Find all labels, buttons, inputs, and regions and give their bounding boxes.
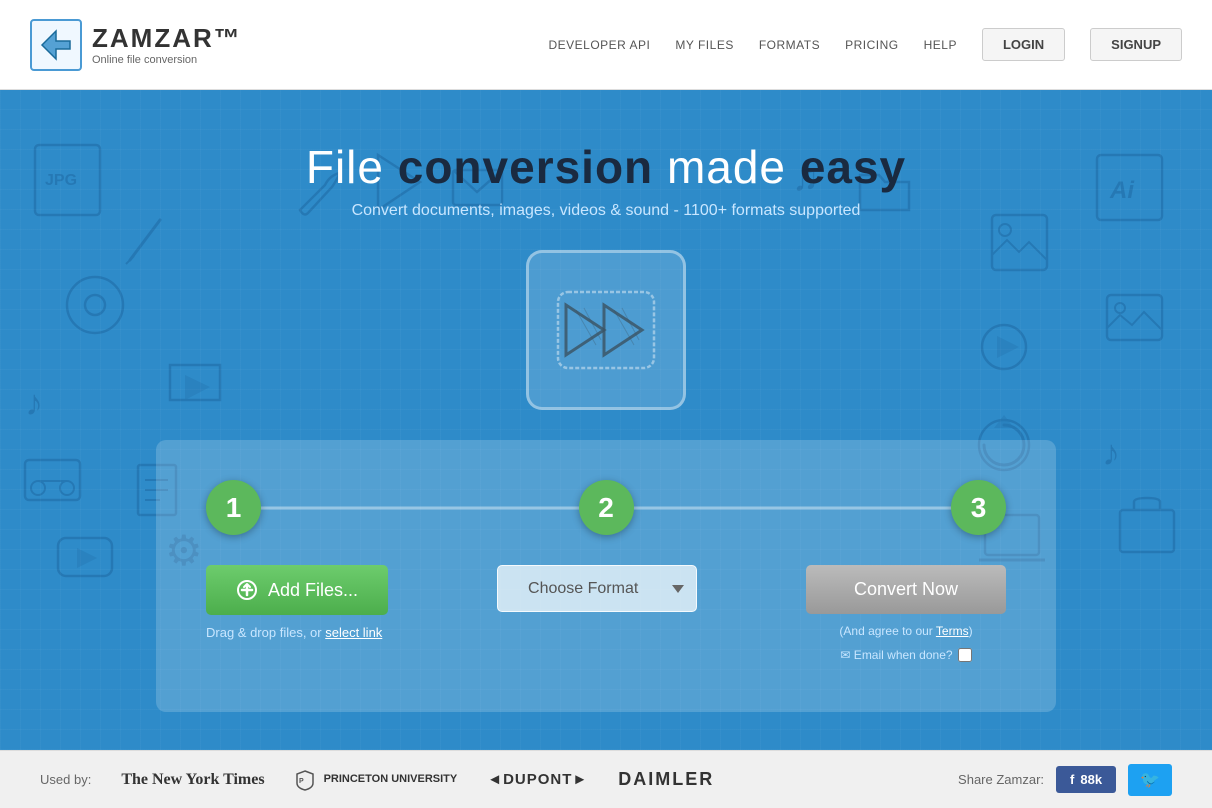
- step-2-circle: 2: [579, 480, 634, 535]
- hero-subtitle: Convert documents, images, videos & soun…: [352, 202, 861, 220]
- nav-help[interactable]: HELP: [924, 38, 957, 52]
- center-logo: [526, 250, 686, 410]
- hero-section: JPG ♪: [0, 90, 1212, 750]
- logo-text: ZAMZAR™ Online file conversion: [92, 23, 242, 66]
- youtube-icon: [55, 530, 115, 585]
- svg-text:♪: ♪: [1102, 432, 1120, 473]
- logo-area: ZAMZAR™ Online file conversion: [30, 19, 242, 71]
- facebook-share-button[interactable]: f 88k: [1056, 766, 1116, 793]
- upload-icon: [236, 579, 258, 601]
- select-link[interactable]: select link: [325, 625, 382, 640]
- step-2-action: Choose FormatMP3MP4PDFJPGPNGDOCDOCXAVIMO…: [497, 565, 697, 612]
- logo-name: ZAMZAR™: [92, 23, 242, 54]
- steps-actions: Add Files... Drag & drop files, or selec…: [206, 565, 1006, 662]
- logo-icon: [30, 19, 82, 71]
- zamzar-logo-large: [556, 290, 656, 370]
- nav-formats[interactable]: FORMATS: [759, 38, 820, 52]
- play-icon: [977, 320, 1032, 375]
- nav-my-files[interactable]: MY FILES: [675, 38, 733, 52]
- drag-drop-text: Drag & drop files, or select link: [206, 625, 382, 640]
- footer: Used by: The New York Times P PRINCETON …: [0, 750, 1212, 808]
- cd-icon: [60, 270, 130, 340]
- facebook-count: 88k: [1080, 772, 1102, 787]
- terms-text: (And agree to our Terms): [839, 624, 972, 638]
- svg-text:Ai: Ai: [1109, 177, 1135, 204]
- ai-icon: Ai: [1092, 150, 1172, 225]
- convert-now-button[interactable]: Convert Now: [806, 565, 1006, 614]
- header: ZAMZAR™ Online file conversion DEVELOPER…: [0, 0, 1212, 90]
- svg-text:♪: ♪: [25, 382, 43, 423]
- facebook-icon: f: [1070, 772, 1074, 787]
- image-icon: [987, 210, 1052, 275]
- title-bold: conversion: [398, 141, 653, 193]
- title-part2: made: [653, 141, 800, 193]
- twitter-share-button[interactable]: 🐦: [1128, 764, 1172, 796]
- terms-link[interactable]: Terms: [936, 624, 969, 638]
- hero-title: File conversion made easy: [306, 140, 906, 194]
- footer-right: Share Zamzar: f 88k 🐦: [958, 764, 1172, 796]
- svg-text:JPG: JPG: [45, 172, 77, 189]
- steps-line: 1 2 3: [206, 480, 1006, 535]
- share-label: Share Zamzar:: [958, 772, 1044, 787]
- used-by-label: Used by:: [40, 772, 91, 787]
- title-bold2: easy: [800, 141, 906, 193]
- nav-developer-api[interactable]: DEVELOPER API: [548, 38, 650, 52]
- jpg-icon: JPG: [30, 140, 110, 220]
- briefcase-icon: [1112, 490, 1182, 560]
- twitter-icon: 🐦: [1140, 772, 1160, 789]
- svg-text:P: P: [299, 778, 304, 785]
- video-cassette-icon: [20, 450, 85, 515]
- logo-sub: Online file conversion: [92, 54, 242, 66]
- footer-left: Used by: The New York Times P PRINCETON …: [40, 769, 714, 791]
- step-3-action: Convert Now (And agree to our Terms) ✉ E…: [806, 565, 1006, 662]
- add-files-button[interactable]: Add Files...: [206, 565, 388, 615]
- brand-dupont: ◄DUPONT►: [487, 771, 588, 788]
- princeton-shield-icon: P: [295, 769, 315, 791]
- pencil-icon: [120, 210, 170, 270]
- music2-icon: ♪: [1097, 420, 1152, 475]
- email-when-done: ✉ Email when done?: [840, 648, 971, 662]
- main-nav: DEVELOPER API MY FILES FORMATS PRICING H…: [548, 28, 1182, 61]
- title-part1: File: [306, 141, 398, 193]
- image2-icon: [1102, 290, 1167, 345]
- steps-container: 1 2 3 Add Files... Drag & drop files, or…: [156, 440, 1056, 712]
- step-1-action: Add Files... Drag & drop files, or selec…: [206, 565, 388, 640]
- brand-daimler: DAIMLER: [618, 769, 714, 790]
- brand-princeton: P PRINCETON UNIVERSITY: [295, 769, 458, 791]
- login-button[interactable]: LOGIN: [982, 28, 1065, 61]
- nav-pricing[interactable]: PRICING: [845, 38, 899, 52]
- video-icon: [160, 360, 230, 415]
- email-checkbox[interactable]: [958, 648, 972, 662]
- signup-button[interactable]: SIGNUP: [1090, 28, 1182, 61]
- step-3-circle: 3: [951, 480, 1006, 535]
- step-1-circle: 1: [206, 480, 261, 535]
- music-icon: ♪: [20, 380, 75, 425]
- brand-nyt: The New York Times: [121, 771, 264, 789]
- choose-format-select[interactable]: Choose FormatMP3MP4PDFJPGPNGDOCDOCXAVIMO…: [497, 565, 697, 612]
